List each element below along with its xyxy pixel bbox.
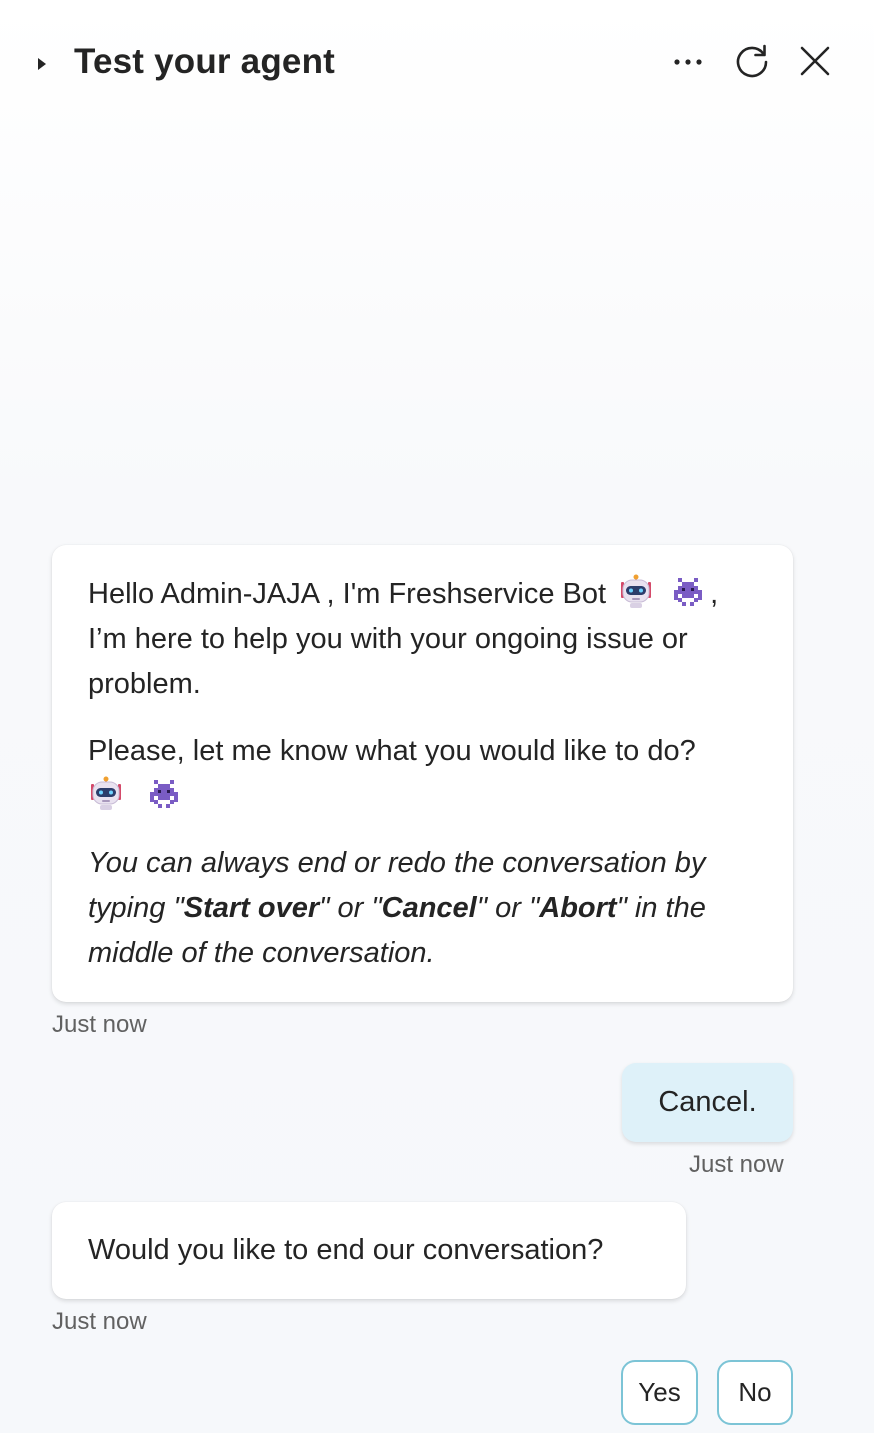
bot-message-welcome: Hello Admin-JAJA , I'm Freshservice Bot xyxy=(52,545,793,1002)
more-icon xyxy=(673,54,705,72)
message-timestamp: Just now xyxy=(689,1151,784,1178)
welcome-paragraph-1: Hello Admin-JAJA , I'm Freshservice Bot xyxy=(88,572,763,707)
welcome-help-text: I’m here to help you with your ongoing i… xyxy=(88,623,688,700)
caret-right-icon[interactable] xyxy=(34,54,52,74)
welcome-greeting-text: Hello Admin-JAJA , I'm Freshservice Bot xyxy=(88,578,607,610)
instructions-text-2: " or " xyxy=(319,892,382,924)
alien-monster-emoji-icon xyxy=(670,574,706,610)
close-icon xyxy=(799,45,831,82)
welcome-paragraph-2: Please, let me know what you would like … xyxy=(88,729,763,819)
cancel-keyword: Cancel xyxy=(381,892,477,924)
user-message: Cancel. xyxy=(622,1063,793,1142)
robot-emoji-icon xyxy=(88,776,124,812)
panel-header: Test your agent xyxy=(0,0,874,128)
abort-keyword: Abort xyxy=(539,892,617,924)
refresh-icon xyxy=(733,42,771,85)
welcome-instructions: You can always end or redo the conversat… xyxy=(88,841,763,976)
welcome-question-text: Please, let me know what you would like … xyxy=(88,735,696,767)
close-button[interactable] xyxy=(790,38,840,88)
page-title: Test your agent xyxy=(74,42,336,81)
instructions-text-3: " or " xyxy=(476,892,540,924)
bot-message-question: Would you like to end our conversation? xyxy=(52,1202,686,1299)
no-button[interactable]: No xyxy=(717,1360,793,1425)
alien-monster-emoji-icon xyxy=(146,776,182,812)
refresh-button[interactable] xyxy=(727,38,777,88)
yes-button[interactable]: Yes xyxy=(621,1360,698,1425)
welcome-comma: , xyxy=(710,578,719,610)
more-options-button[interactable] xyxy=(664,38,714,88)
message-timestamp: Just now xyxy=(52,1308,147,1335)
start-over-keyword: Start over xyxy=(183,892,320,924)
robot-emoji-icon xyxy=(618,574,654,610)
message-timestamp: Just now xyxy=(52,1011,147,1038)
